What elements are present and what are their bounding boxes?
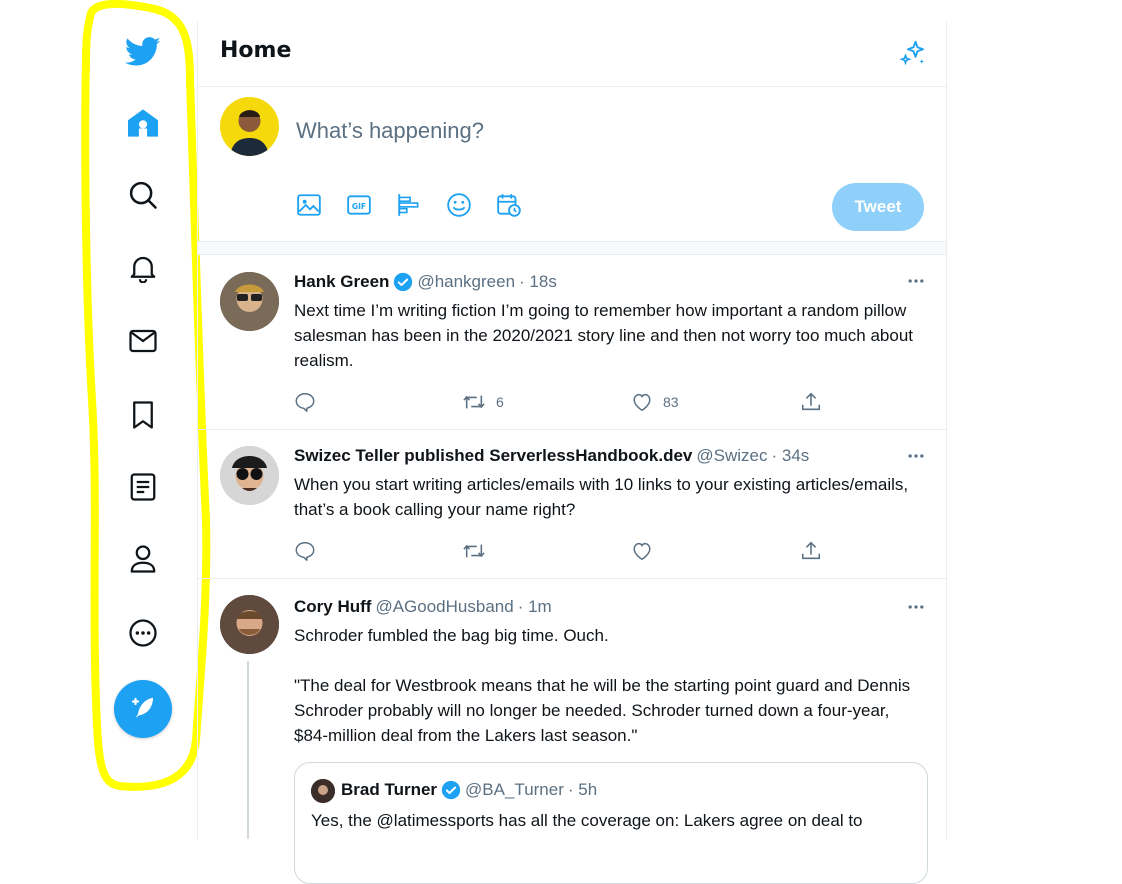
retweet-icon (463, 395, 485, 409)
thread-line (247, 661, 249, 839)
profile-icon[interactable] (98, 537, 188, 581)
more-options-icon[interactable] (906, 271, 926, 291)
explore-icon[interactable] (98, 173, 188, 217)
avatar[interactable] (220, 595, 279, 654)
quote-header: Brad Turner @BA_Turner · 5h (341, 780, 597, 800)
tweet-actions (294, 540, 924, 564)
retweet-button[interactable]: 6 (462, 391, 504, 413)
more-options-icon[interactable] (906, 597, 926, 617)
avatar[interactable] (311, 779, 335, 803)
tweet-header: Swizec Teller published ServerlessHandbo… (294, 446, 809, 466)
tweet-author[interactable]: Hank Green (294, 272, 389, 292)
tweet-time[interactable]: · 18s (519, 272, 557, 292)
home-icon[interactable] (98, 101, 188, 145)
main-timeline: Home What’s happening? GIF Tweet Hank Gr… (197, 22, 947, 884)
like-button[interactable] (631, 540, 663, 562)
avatar[interactable] (220, 446, 279, 505)
share-icon (801, 541, 821, 560)
tweet-time[interactable]: · 34s (772, 446, 810, 466)
quote-time: · 5h (567, 780, 598, 799)
quoted-tweet[interactable]: Brad Turner @BA_Turner · 5h Yes, the @la… (294, 762, 928, 884)
more-icon[interactable] (98, 611, 188, 655)
retweet-icon (463, 544, 485, 558)
sparkle-icon[interactable] (898, 38, 928, 72)
quote-text: Yes, the @latimessports has all the cove… (311, 811, 863, 830)
poll-icon[interactable] (396, 192, 422, 218)
quote-author: Brad Turner (341, 780, 438, 799)
like-button[interactable]: 83 (631, 391, 679, 413)
tweet-handle[interactable]: @AGoodHusband (375, 597, 513, 617)
like-count: 83 (663, 394, 679, 410)
retweet-count: 6 (496, 394, 504, 410)
share-icon (801, 392, 821, 411)
reply-icon (295, 542, 315, 561)
tweet-time[interactable]: · 1m (518, 597, 552, 617)
reply-button[interactable] (294, 540, 326, 562)
tweet-actions: 6 83 (294, 391, 924, 415)
tweet-button[interactable]: Tweet (832, 183, 924, 231)
compose-tweet-button[interactable] (114, 680, 172, 738)
compose-icon (131, 697, 153, 718)
image-icon[interactable] (296, 192, 322, 218)
emoji-icon[interactable] (446, 192, 472, 218)
tweet-handle[interactable]: @Swizec (696, 446, 767, 466)
like-icon (633, 393, 651, 412)
verified-badge-icon (441, 780, 461, 800)
tweet-header: Hank Green @hankgreen · 18s (294, 272, 557, 292)
tweet-text: When you start writing articles/emails w… (294, 475, 913, 519)
lists-icon[interactable] (98, 465, 188, 509)
tweet-author[interactable]: Cory Huff (294, 597, 371, 617)
compose-input[interactable]: What’s happening? (296, 118, 484, 144)
twitter-logo-icon[interactable] (98, 30, 188, 74)
tweet[interactable]: Swizec Teller published ServerlessHandbo… (198, 430, 946, 579)
retweet-button[interactable] (462, 540, 496, 562)
reply-button[interactable] (294, 391, 326, 413)
share-button[interactable] (800, 540, 822, 562)
section-divider (198, 241, 946, 255)
avatar[interactable] (220, 272, 279, 331)
more-options-icon[interactable] (906, 446, 926, 466)
avatar[interactable] (220, 97, 279, 156)
schedule-icon[interactable] (496, 192, 522, 218)
share-button[interactable] (800, 391, 822, 413)
svg-text:GIF: GIF (352, 202, 366, 211)
quote-handle: @BA_Turner (465, 780, 564, 799)
tweet-composer: What’s happening? GIF Tweet (198, 87, 946, 241)
timeline-header: Home (198, 22, 946, 87)
tweet-text: Schroder fumbled the bag big time. Ouch.… (294, 626, 911, 745)
messages-icon[interactable] (98, 319, 188, 363)
verified-badge-icon (393, 272, 413, 292)
tweet-header: Cory Huff @AGoodHusband · 1m (294, 597, 552, 617)
notifications-icon[interactable] (98, 246, 188, 290)
tweet[interactable]: Hank Green @hankgreen · 18s Next time I’… (198, 255, 946, 430)
tweet-author[interactable]: Swizec Teller published ServerlessHandbo… (294, 446, 692, 466)
gif-icon[interactable]: GIF (346, 192, 372, 218)
bookmarks-icon[interactable] (98, 393, 188, 437)
like-icon (633, 542, 651, 561)
reply-icon (295, 393, 315, 412)
tweet-text: Next time I’m writing fiction I’m going … (294, 301, 918, 370)
tweet-handle[interactable]: @hankgreen (417, 272, 515, 292)
page-title: Home (220, 38, 292, 63)
